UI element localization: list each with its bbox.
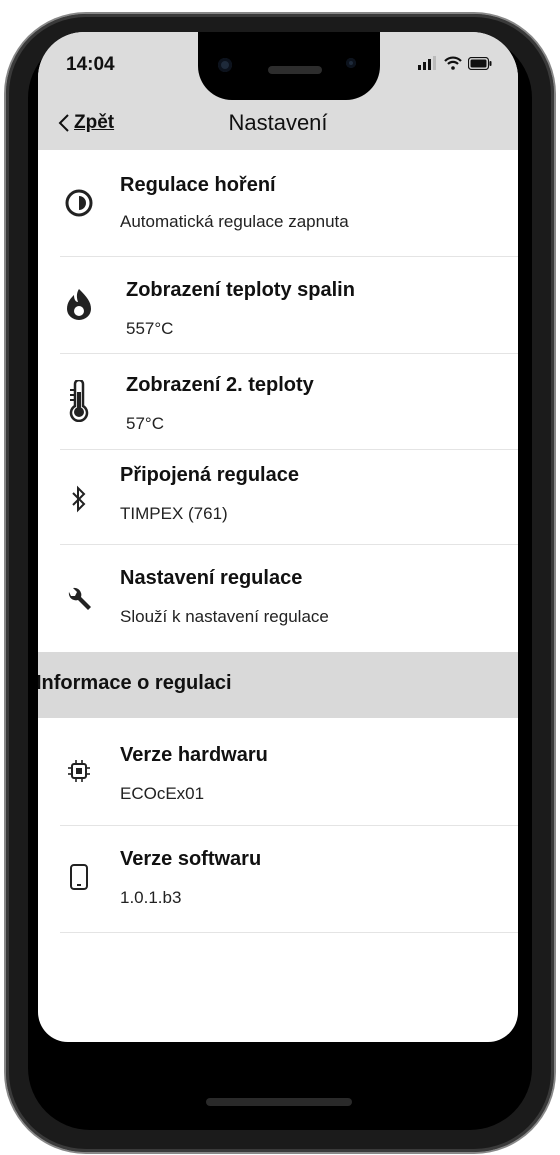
thermometer-icon bbox=[62, 380, 96, 422]
status-time: 14:04 bbox=[66, 54, 115, 75]
setting-subtitle: Automatická regulace zapnuta bbox=[120, 212, 349, 231]
section-header: Informace o regulaci bbox=[38, 652, 518, 718]
setting-controller-settings[interactable]: Nastavení regulace Slouží k nastavení re… bbox=[38, 545, 518, 651]
info-subtitle: 1.0.1.b3 bbox=[120, 888, 182, 907]
setting-connected-controller[interactable]: Připojená regulace TIMPEX (761) bbox=[38, 450, 518, 544]
front-camera-icon bbox=[218, 58, 232, 72]
phone-icon bbox=[62, 860, 96, 894]
info-title: Verze hardwaru bbox=[120, 744, 268, 766]
info-subtitle: ECOcEx01 bbox=[120, 784, 205, 803]
setting-title: Připojená regulace bbox=[120, 464, 299, 486]
half-moon-icon bbox=[62, 186, 96, 220]
info-title: Verze softwaru bbox=[120, 848, 262, 870]
speaker-grille bbox=[268, 66, 322, 74]
bluetooth-icon bbox=[62, 482, 96, 516]
setting-flue-temperature[interactable]: Zobrazení teploty spalin 557°C bbox=[38, 257, 518, 353]
setting-combustion-control[interactable]: Regulace hoření Automatická regulace zap… bbox=[38, 152, 518, 256]
section-title: Informace o regulaci bbox=[38, 672, 232, 694]
status-icons bbox=[418, 56, 492, 70]
setting-title: Regulace hoření bbox=[120, 174, 276, 196]
setting-subtitle: 57°C bbox=[126, 414, 164, 433]
signal-icon bbox=[418, 56, 436, 70]
info-software-version: Verze softwaru 1.0.1.b3 bbox=[38, 826, 518, 936]
wrench-icon bbox=[62, 583, 96, 617]
camera-notch bbox=[198, 32, 380, 100]
setting-title: Zobrazení 2. teploty bbox=[126, 374, 314, 396]
battery-icon bbox=[468, 57, 492, 70]
header-bar: 14:04 Zpět Nastavení bbox=[38, 32, 518, 150]
sensor-icon bbox=[346, 58, 356, 68]
setting-subtitle: 557°C bbox=[126, 319, 174, 338]
setting-title: Nastavení regulace bbox=[120, 567, 303, 589]
home-indicator[interactable] bbox=[206, 1098, 352, 1106]
flame-icon bbox=[62, 287, 96, 321]
wifi-icon bbox=[444, 56, 462, 70]
divider bbox=[60, 932, 518, 933]
page-title: Nastavení bbox=[228, 110, 328, 135]
setting-subtitle: Slouží k nastavení regulace bbox=[120, 607, 329, 626]
app-screen: 14:04 Zpět Nastavení Regulace hoření Aut… bbox=[38, 32, 518, 1042]
setting-second-temperature[interactable]: Zobrazení 2. teploty 57°C bbox=[38, 354, 518, 450]
chip-icon bbox=[62, 754, 96, 788]
info-hardware-version: Verze hardwaru ECOcEx01 bbox=[38, 720, 518, 814]
setting-title: Zobrazení teploty spalin bbox=[126, 279, 355, 301]
setting-subtitle: TIMPEX (761) bbox=[120, 504, 228, 523]
